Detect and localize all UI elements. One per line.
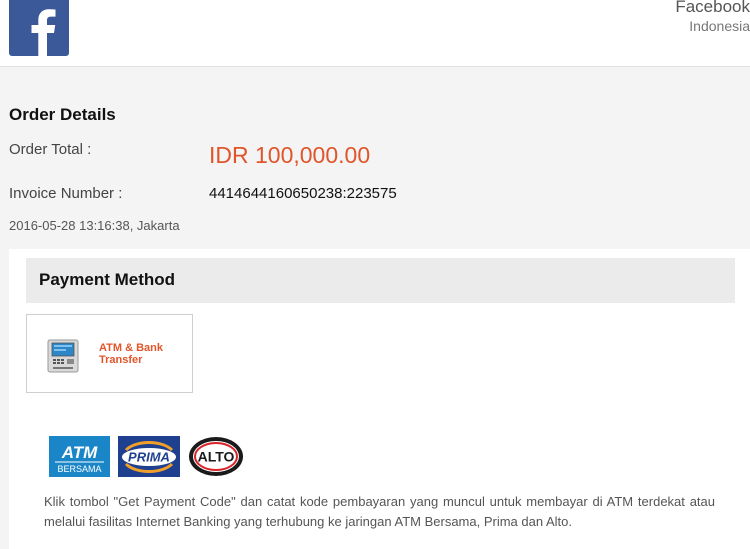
atm-machine-icon [47, 339, 79, 378]
invoice-number-label: Invoice Number : [9, 185, 123, 202]
header: Facebook Indonesia [0, 0, 750, 67]
payment-instructions: Klik tombol "Get Payment Code" dan catat… [44, 494, 715, 529]
merchant-info: Facebook Indonesia [675, 0, 750, 35]
payment-method-title: Payment Method [39, 270, 176, 289]
alto-logo-text: ALTO [198, 449, 235, 465]
invoice-number-value: 4414644160650238:223575 [209, 185, 397, 202]
payment-method-header: Payment Method [26, 258, 735, 303]
order-total-label: Order Total : [9, 141, 92, 158]
payment-option-label: ATM & Bank Transfer [99, 342, 163, 366]
atm-bersama-bottom-text: BERSAMA [57, 464, 101, 474]
merchant-name: Facebook [675, 0, 750, 16]
prima-logo-text: PRIMA [128, 450, 170, 465]
merchant-country: Indonesia [689, 18, 750, 34]
payment-method-panel: Payment Method ATM & Bank Transfer ATM B… [9, 249, 750, 549]
order-details-title: Order Details [9, 105, 116, 124]
atm-bersama-logo-icon: ATM BERSAMA [49, 436, 110, 482]
order-timestamp: 2016-05-28 13:16:38, Jakarta [9, 218, 180, 233]
atm-bersama-top-text: ATM [61, 443, 98, 462]
order-total-value: IDR 100,000.00 [209, 142, 371, 168]
facebook-logo-icon[interactable] [9, 0, 69, 56]
alto-logo-icon: ALTO [188, 436, 244, 482]
prima-logo-icon: PRIMA [118, 436, 180, 482]
payment-option-atm-bank-transfer[interactable]: ATM & Bank Transfer [26, 314, 193, 393]
